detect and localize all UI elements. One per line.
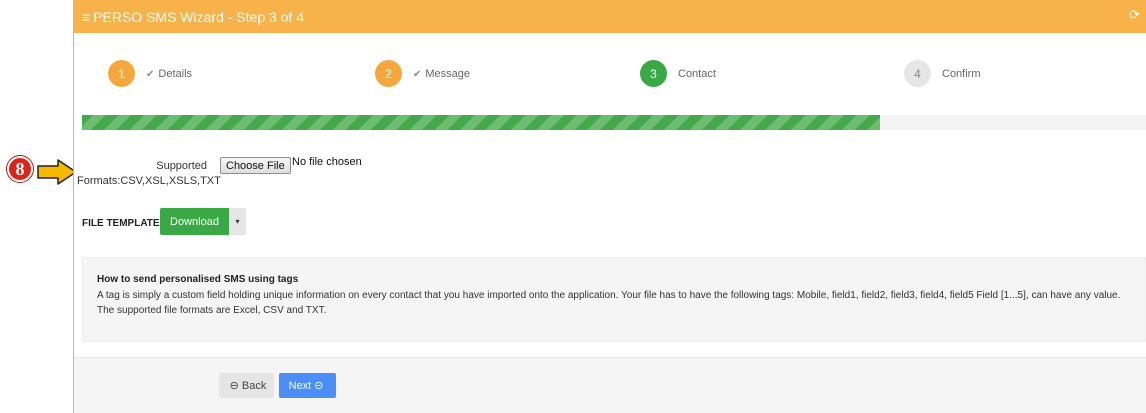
tags-info-box: How to send personalised SMS using tags … xyxy=(82,257,1146,342)
next-label: Next xyxy=(288,379,312,392)
download-dropdown-toggle[interactable]: ▾ xyxy=(229,208,246,235)
panel-header: ≡ PERSO SMS Wizard - Step 3 of 4 ⟳ xyxy=(74,0,1146,33)
formats-label: Formats:CSV,XSL,XSLS,TXT xyxy=(77,175,221,187)
caret-down-icon: ▾ xyxy=(235,217,240,226)
step-label: Details xyxy=(158,67,193,80)
back-label: Back xyxy=(241,379,267,392)
download-button[interactable]: Download xyxy=(160,208,229,235)
wizard-title: PERSO SMS Wizard - Step 3 of 4 xyxy=(93,8,305,25)
info-text: A tag is simply a custom field holding u… xyxy=(97,290,1121,316)
file-template-label: FILE TEMPLATE: xyxy=(82,218,163,229)
wizard-steps: 1 ✔ Details 2 ✔ Message 3 Contact 4 Confir… xyxy=(0,60,1146,88)
file-status: No file chosen xyxy=(292,156,362,168)
step-number: 1 xyxy=(108,60,135,87)
check-icon: ✔ xyxy=(146,68,155,80)
step-label: Confirm xyxy=(942,67,981,80)
refresh-icon[interactable]: ⟳ xyxy=(1129,7,1140,23)
step-label: Message xyxy=(425,67,471,80)
info-title: How to send personalised SMS using tags xyxy=(97,274,299,285)
progress-fill xyxy=(82,115,880,130)
step-number: 2 xyxy=(375,60,402,87)
back-button[interactable]: ⊖ Back xyxy=(219,373,274,398)
pointer-arrow-icon xyxy=(37,159,77,185)
bars-icon: ≡ xyxy=(82,8,91,25)
upload-formats-label: Supported Formats:CSV,XSL,XSLS,TXT xyxy=(77,159,221,189)
progress-bar xyxy=(82,115,1146,130)
step-number: 4 xyxy=(904,60,931,87)
circle-arrow-right-icon: ⊝ xyxy=(314,380,324,392)
next-button[interactable]: Next ⊝ xyxy=(279,373,336,398)
step-contact[interactable]: 3 Contact xyxy=(640,60,716,87)
step-confirm[interactable]: 4 Confirm xyxy=(904,60,981,87)
step-details[interactable]: 1 ✔ Details xyxy=(108,60,192,87)
step-number: 3 xyxy=(640,60,667,87)
step-message[interactable]: 2 ✔ Message xyxy=(375,60,470,87)
annotation-marker: 8 xyxy=(7,156,33,182)
circle-arrow-left-icon: ⊖ xyxy=(229,380,239,392)
step-label: Contact xyxy=(678,67,716,80)
check-icon: ✔ xyxy=(413,68,422,80)
choose-file-button[interactable]: Choose File xyxy=(220,157,291,174)
supported-label: Supported xyxy=(156,160,207,172)
